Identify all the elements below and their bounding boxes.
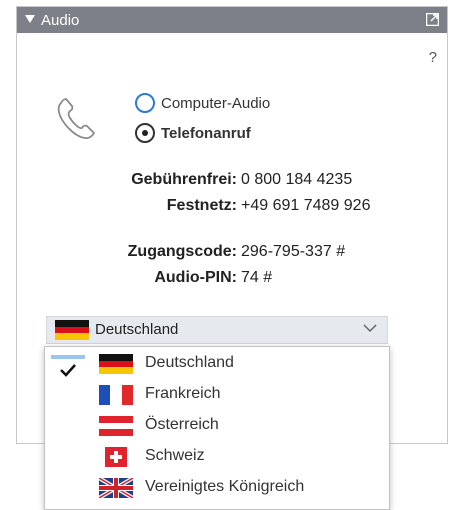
selected-indicator xyxy=(51,355,85,359)
country-option-label: Österreich xyxy=(145,416,219,433)
country-dropdown-list: Deutschland Frankreich Österreich Schwei… xyxy=(44,346,390,510)
country-select[interactable]: Deutschland xyxy=(46,316,388,344)
country-option-oesterreich[interactable]: Österreich xyxy=(45,411,389,441)
option-telefonanruf[interactable]: Telefonanruf xyxy=(135,123,251,143)
collapse-arrow-icon[interactable] xyxy=(25,15,35,23)
help-button[interactable]: ? xyxy=(429,49,437,66)
access-code-value: 296-795-337 # xyxy=(241,243,346,260)
flag-switzerland-icon xyxy=(105,447,127,467)
option-label: Computer-Audio xyxy=(161,94,271,112)
audio-pin-label: Audio-PIN: xyxy=(154,269,237,286)
country-option-label: Frankreich xyxy=(145,385,221,402)
tollfree-label: Gebührenfrei: xyxy=(131,171,237,188)
radio-computer-audio[interactable] xyxy=(135,93,155,113)
country-option-deutschland[interactable]: Deutschland xyxy=(45,349,389,379)
country-option-vereinigtes-koenigreich[interactable]: Vereinigtes Königreich xyxy=(45,473,389,503)
flag-germany-icon xyxy=(55,320,89,340)
flag-united-kingdom-icon xyxy=(99,478,133,498)
landline-value: +49 691 7489 926 xyxy=(241,197,371,214)
tollfree-value: 0 800 184 4235 xyxy=(241,171,353,188)
option-label: Telefonanruf xyxy=(161,124,251,142)
flag-germany-icon xyxy=(99,354,133,374)
checkmark-icon xyxy=(60,364,76,377)
landline-label: Festnetz: xyxy=(166,197,237,214)
radio-telefonanruf[interactable] xyxy=(135,123,155,143)
chevron-down-icon[interactable] xyxy=(363,323,377,333)
flag-austria-icon xyxy=(99,416,133,436)
phone-icon xyxy=(57,98,96,139)
country-option-label: Vereinigtes Königreich xyxy=(145,478,305,495)
country-option-label: Schweiz xyxy=(145,447,205,464)
access-code-label: Zugangscode: xyxy=(127,243,237,260)
popout-icon[interactable] xyxy=(426,13,439,26)
country-option-schweiz[interactable]: Schweiz xyxy=(45,442,389,472)
country-option-frankreich[interactable]: Frankreich xyxy=(45,380,389,410)
panel-title: Audio xyxy=(41,12,80,29)
option-computer-audio[interactable]: Computer-Audio xyxy=(135,93,270,113)
country-select-value: Deutschland xyxy=(95,321,179,338)
country-option-label: Deutschland xyxy=(145,354,234,371)
flag-france-icon xyxy=(99,385,133,405)
audio-pin-value: 74 # xyxy=(241,269,273,286)
panel-titlebar[interactable]: Audio xyxy=(17,7,447,33)
